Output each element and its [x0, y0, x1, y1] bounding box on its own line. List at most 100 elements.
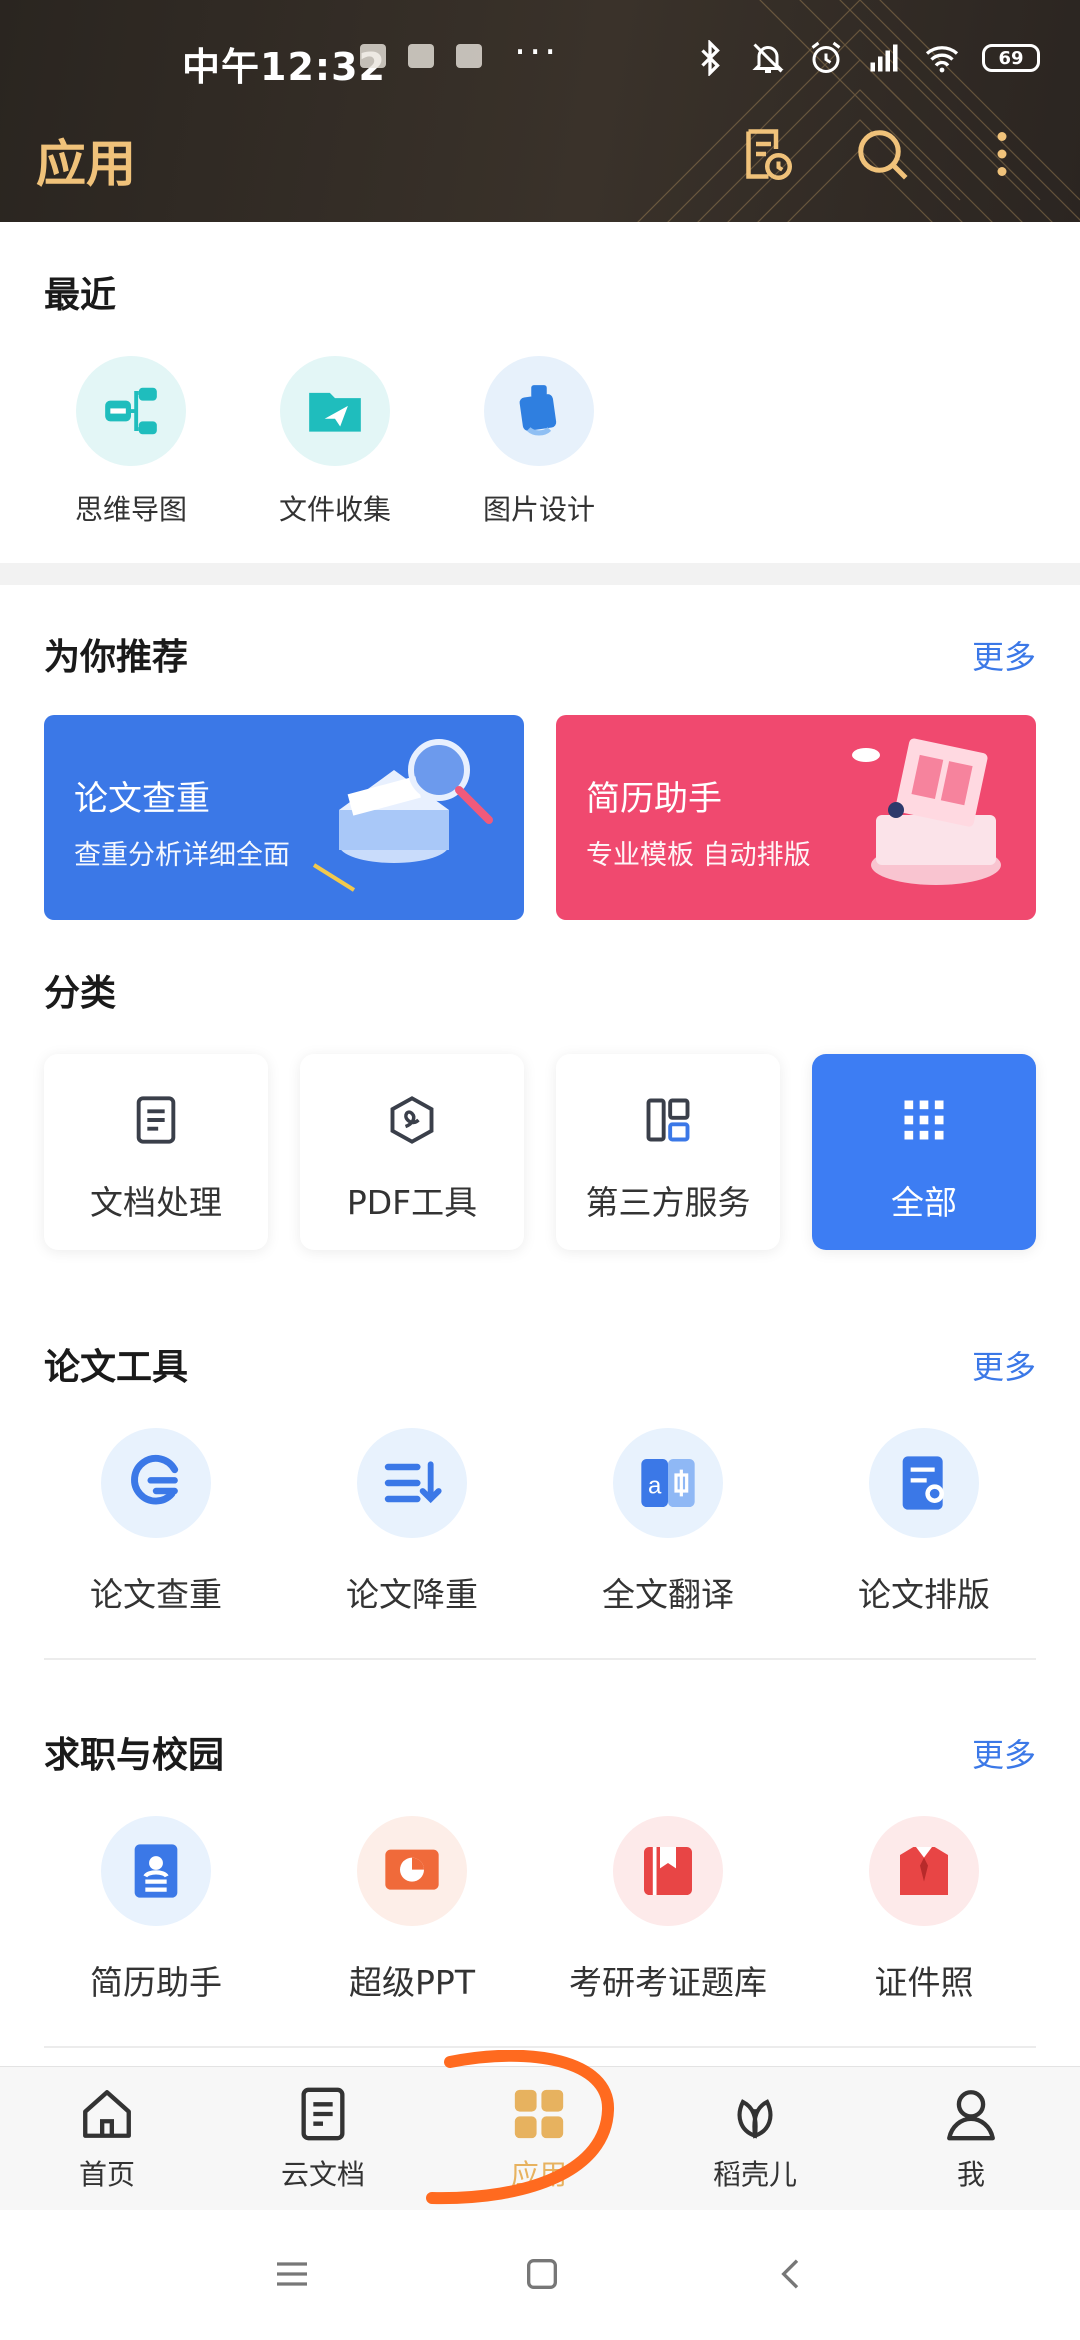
notification-icon [456, 44, 482, 68]
tool-resume[interactable]: 简历助手 [28, 1816, 284, 2004]
category-document[interactable]: 文档处理 [44, 1054, 268, 1250]
back-icon[interactable] [772, 2254, 812, 2294]
reduce-duplicate-icon [357, 1428, 467, 1538]
category-title: 分类 [44, 973, 117, 1014]
image-design-icon [484, 356, 594, 466]
banner-subtitle: 查重分析详细全面 [74, 840, 290, 871]
pdf-icon [390, 1096, 434, 1144]
recent-item-label: 图片设计 [482, 493, 595, 526]
leaf-icon [737, 2099, 773, 2139]
banner-subtitle: 专业模板 自动排版 [586, 840, 811, 871]
ppt-icon [357, 1816, 467, 1926]
more-notifications: ··· [514, 30, 560, 74]
battery-icon: 69 [982, 44, 1040, 72]
status-icons: 69 [692, 40, 1040, 76]
nav-label: 云文档 [280, 2158, 365, 2191]
career-tools-title: 求职与校园 [44, 1735, 225, 1776]
question-bank-icon [613, 1816, 723, 1926]
paper-format-icon [869, 1428, 979, 1538]
tool-translate[interactable]: a 全文翻译 [540, 1428, 796, 1616]
tool-label: 证件照 [874, 1963, 974, 2002]
recent-item-label: 文件收集 [278, 493, 391, 526]
tool-paper-check[interactable]: 论文查重 [28, 1428, 284, 1616]
nav-label: 稻壳儿 [712, 2158, 797, 2191]
document-icon [136, 1096, 176, 1144]
nav-label: 我 [956, 2158, 985, 2191]
page-title: 应用 [36, 135, 136, 193]
recent-item-file-collect[interactable]: 文件收集 [250, 356, 420, 528]
translate-icon: a [613, 1428, 723, 1538]
nav-docer[interactable]: 稻壳儿 [680, 2085, 830, 2193]
paper-tools-title: 论文工具 [44, 1347, 189, 1388]
category-label: 全部 [891, 1183, 957, 1222]
tool-label: 论文排版 [858, 1575, 990, 1614]
nav-cloud-docs[interactable]: 云文档 [248, 2085, 398, 2193]
app-header: 中午12:32 ··· 69 应用 [0, 0, 1080, 222]
recent-item-label: 思维导图 [74, 493, 187, 526]
section-divider [44, 1658, 1036, 1660]
nav-label: 首页 [78, 2158, 135, 2191]
section-divider [0, 563, 1080, 585]
tool-label: 论文查重 [90, 1575, 222, 1614]
status-bar: 中午12:32 ··· 69 [0, 0, 1080, 120]
tool-label: 论文降重 [346, 1575, 478, 1614]
recent-item-mindmap[interactable]: 思维导图 [46, 356, 216, 528]
banner-title: 简历助手 [586, 779, 722, 819]
search-icon[interactable] [852, 124, 912, 184]
layout-grid-icon [646, 1098, 690, 1142]
banner-resume-helper[interactable]: 简历助手 专业模板 自动排版 [556, 715, 1036, 920]
section-divider [44, 2046, 1036, 2048]
tool-label: 考研考证题库 [569, 1963, 767, 2002]
career-tools-more-link[interactable]: 更多 [972, 1730, 1036, 1776]
banner-illustration [312, 739, 493, 892]
mute-bell-icon [752, 43, 784, 73]
id-photo-icon [869, 1816, 979, 1926]
tool-paper-format[interactable]: 论文排版 [796, 1428, 1052, 1616]
recommend-title: 为你推荐 [44, 637, 189, 678]
cloud-doc-icon [301, 2087, 345, 2141]
signal-icon [870, 44, 898, 72]
more-vertical-icon[interactable] [972, 124, 1032, 184]
mindmap-icon [76, 356, 186, 466]
banner-paper-check[interactable]: 论文查重 查重分析详细全面 [44, 715, 524, 920]
system-navigation-bar [0, 2210, 1080, 2340]
annotation-scribble [426, 2050, 615, 2205]
nav-home[interactable]: 首页 [32, 2085, 182, 2193]
category-third-party[interactable]: 第三方服务 [556, 1054, 780, 1250]
nav-me[interactable]: 我 [896, 2085, 1046, 2193]
category-all[interactable]: 全部 [812, 1054, 1036, 1250]
recent-title: 最近 [44, 275, 117, 316]
folder-send-icon [280, 356, 390, 466]
banner-title: 论文查重 [74, 779, 210, 819]
paper-tools-more-link[interactable]: 更多 [972, 1342, 1036, 1388]
all-apps-icon [904, 1100, 944, 1140]
profile-icon [947, 2090, 995, 2141]
category-label: PDF工具 [346, 1183, 478, 1222]
tool-super-ppt[interactable]: 超级PPT [284, 1816, 540, 2004]
menu-icon[interactable] [272, 2254, 312, 2294]
home-icon [83, 2090, 131, 2138]
notification-icon [360, 44, 386, 68]
banner-illustration [852, 738, 1001, 885]
resume-icon [101, 1816, 211, 1926]
notification-icons [360, 44, 482, 68]
tool-label: 简历助手 [90, 1963, 222, 2002]
bluetooth-icon [701, 40, 720, 76]
tool-label: 全文翻译 [602, 1575, 734, 1614]
tool-paper-reduce[interactable]: 论文降重 [284, 1428, 540, 1616]
category-pdf[interactable]: PDF工具 [300, 1054, 524, 1250]
plagiarism-check-icon [101, 1428, 211, 1538]
alarm-icon [811, 41, 841, 73]
tool-label: 超级PPT [349, 1963, 475, 2002]
file-history-icon[interactable] [736, 124, 796, 184]
tool-question-bank[interactable]: 考研考证题库 [540, 1816, 796, 2004]
category-label: 第三方服务 [585, 1183, 751, 1222]
category-label: 文档处理 [90, 1183, 222, 1222]
recommend-more-link[interactable]: 更多 [972, 632, 1036, 678]
home-button-icon[interactable] [522, 2254, 562, 2294]
tool-id-photo[interactable]: 证件照 [796, 1816, 1052, 2004]
wifi-icon [925, 46, 959, 73]
status-time: 中午12:32 [182, 45, 386, 89]
recent-item-image-design[interactable]: 图片设计 [454, 356, 624, 528]
svg-text:a: a [648, 1473, 662, 1500]
